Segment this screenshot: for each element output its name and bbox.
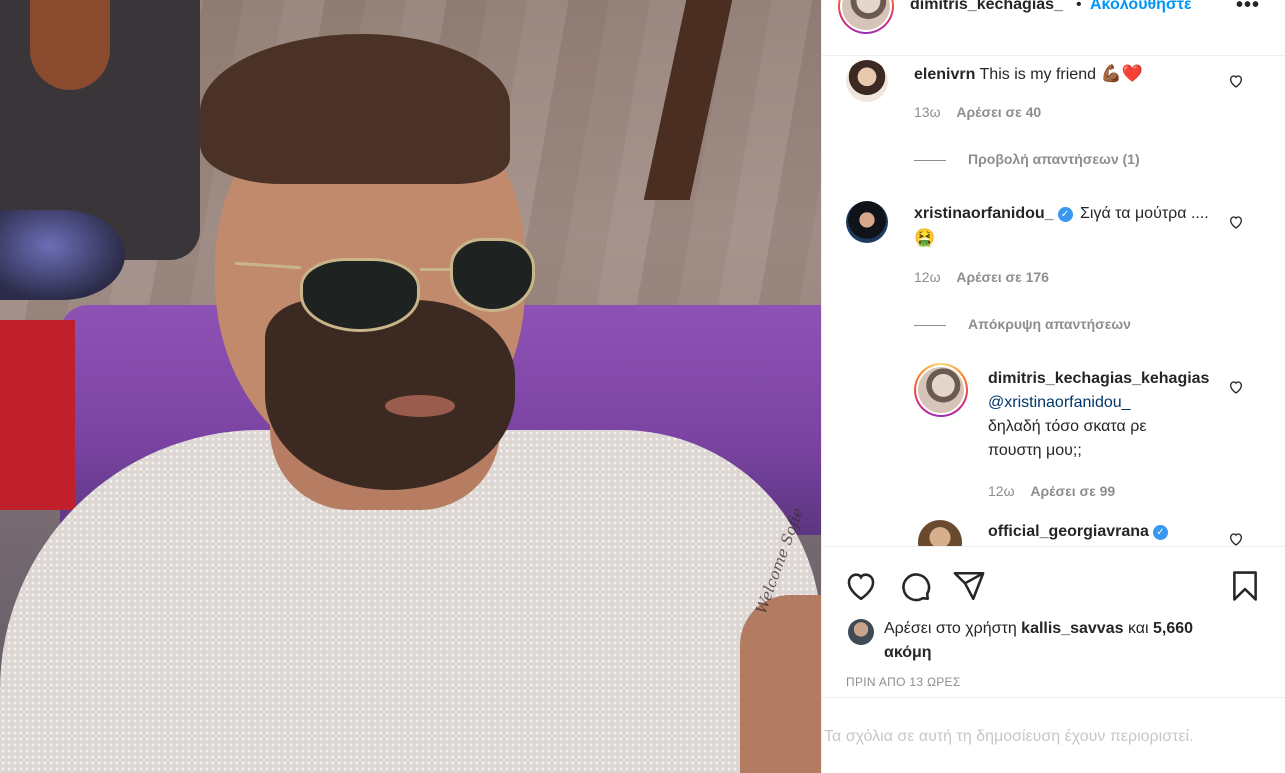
author-username[interactable]: dimitris_kechagias_ bbox=[910, 0, 1063, 14]
replies-divider bbox=[914, 159, 946, 161]
reply-likes[interactable]: Αρέσει σε 99 bbox=[1030, 483, 1115, 499]
comment-body: This is my friend bbox=[979, 66, 1096, 83]
post-header: dimitris_kechagias_ • Ακολουθήστε ••• bbox=[822, 0, 1285, 56]
heart-icon[interactable] bbox=[844, 569, 878, 603]
comment-username[interactable]: xristinaorfanidou_ bbox=[914, 205, 1054, 222]
replies-toggle-label: Απόκρυψη απαντήσεων bbox=[968, 316, 1131, 332]
comment-likes[interactable]: Αρέσει σε 40 bbox=[956, 104, 1041, 120]
avatar[interactable] bbox=[846, 60, 888, 102]
reply-text: dimitris_kechagias_kehagias @xristinaorf… bbox=[988, 367, 1233, 463]
replies-divider bbox=[914, 324, 946, 326]
comment-text: elenivrn This is my friend 💪🏾❤️ bbox=[914, 62, 1224, 87]
comment-emojis: 💪🏾❤️ bbox=[1100, 64, 1143, 83]
hide-replies-button[interactable]: Απόκρυψη απαντήσεων bbox=[914, 316, 1131, 332]
comment-text: official_georgiavrana ✓ bbox=[988, 520, 1228, 544]
comment-like-heart-icon[interactable] bbox=[1228, 214, 1244, 230]
comment-likes[interactable]: Αρέσει σε 176 bbox=[956, 269, 1049, 285]
comment-meta: 12ω Αρέσει σε 176 bbox=[914, 269, 1049, 285]
view-replies-button[interactable]: Προβολή απαντήσεων (1) bbox=[914, 151, 1140, 167]
comment-username[interactable]: elenivrn bbox=[914, 66, 975, 83]
comment-like-heart-icon[interactable] bbox=[1228, 379, 1244, 395]
comment-icon[interactable] bbox=[898, 569, 932, 603]
replies-toggle-label: Προβολή απαντήσεων (1) bbox=[968, 151, 1140, 167]
photo-hair bbox=[200, 34, 510, 184]
reply-username[interactable]: dimitris_kechagias_kehagias bbox=[988, 367, 1233, 391]
comment-time[interactable]: 12ω bbox=[914, 269, 941, 285]
post-actions: Αρέσει στο χρήστη kallis_savvas και 5,66… bbox=[822, 546, 1285, 696]
comment-meta: 13ω Αρέσει σε 40 bbox=[914, 104, 1041, 120]
comment-text: xristinaorfanidou_ ✓ Σιγά τα μούτρα .... … bbox=[914, 202, 1214, 251]
avatar[interactable] bbox=[918, 520, 962, 546]
liker-avatar[interactable] bbox=[848, 619, 874, 645]
comments-restricted-footer: Τα σχόλια σε αυτή τη δημοσίευση έχουν πε… bbox=[822, 697, 1285, 773]
photo-glasses-right-lens bbox=[450, 238, 535, 312]
liked-by-prefix: Αρέσει στο χρήστη bbox=[884, 620, 1017, 637]
liked-by-text: Αρέσει στο χρήστη kallis_savvas και 5,66… bbox=[884, 617, 1244, 665]
reply-body-line2: πουστη μου;; bbox=[988, 442, 1082, 459]
header-separator: • bbox=[1076, 0, 1082, 13]
more-options-icon[interactable]: ••• bbox=[1236, 0, 1260, 17]
reply-meta: 12ω Αρέσει σε 99 bbox=[988, 483, 1115, 499]
share-icon[interactable] bbox=[952, 569, 986, 603]
verified-badge-icon: ✓ bbox=[1057, 207, 1073, 222]
comment-like-heart-icon[interactable] bbox=[1228, 73, 1244, 89]
comment-emojis: 🤮 bbox=[914, 228, 936, 247]
photo-red-cushion bbox=[0, 320, 75, 510]
comments-restricted-notice: Τα σχόλια σε αυτή τη δημοσίευση έχουν πε… bbox=[824, 728, 1194, 745]
reply-body-line1: δηλαδή τόσο σκατα ρε bbox=[988, 418, 1147, 435]
photo-table bbox=[0, 210, 125, 300]
follow-button[interactable]: Ακολουθήστε bbox=[1090, 0, 1192, 14]
photo-beard bbox=[265, 300, 515, 490]
avatar[interactable] bbox=[846, 201, 888, 243]
post-timestamp[interactable]: ΠΡΙΝ ΑΠΟ 13 ΩΡΕΣ bbox=[846, 675, 961, 689]
photo-glasses-bridge bbox=[420, 268, 452, 271]
reply-mention[interactable]: @xristinaorfanidou_ bbox=[988, 391, 1233, 415]
post-photo[interactable]: Welcome Sofie bbox=[0, 0, 821, 773]
photo-glasses-left-lens bbox=[300, 258, 420, 332]
liked-by-conjunction: και bbox=[1127, 620, 1149, 637]
author-avatar[interactable] bbox=[838, 0, 894, 34]
bookmark-icon[interactable] bbox=[1228, 569, 1262, 603]
comments-list[interactable]: elenivrn This is my friend 💪🏾❤️ 13ω Αρέσ… bbox=[822, 56, 1285, 546]
comment-time[interactable]: 13ω bbox=[914, 104, 941, 120]
comment-body: Σιγά τα μούτρα .... bbox=[1080, 205, 1209, 222]
photo-mouth bbox=[385, 395, 455, 417]
liked-by-user[interactable]: kallis_savvas bbox=[1021, 620, 1123, 637]
photo-chair-cushion bbox=[30, 0, 110, 90]
comment-username[interactable]: official_georgiavrana bbox=[988, 523, 1149, 540]
reply-time[interactable]: 12ω bbox=[988, 483, 1015, 499]
post-side-panel: dimitris_kechagias_ • Ακολουθήστε ••• el… bbox=[821, 0, 1285, 773]
comment-like-heart-icon[interactable] bbox=[1228, 531, 1244, 546]
verified-badge-icon: ✓ bbox=[1152, 525, 1168, 540]
avatar[interactable] bbox=[914, 363, 968, 417]
